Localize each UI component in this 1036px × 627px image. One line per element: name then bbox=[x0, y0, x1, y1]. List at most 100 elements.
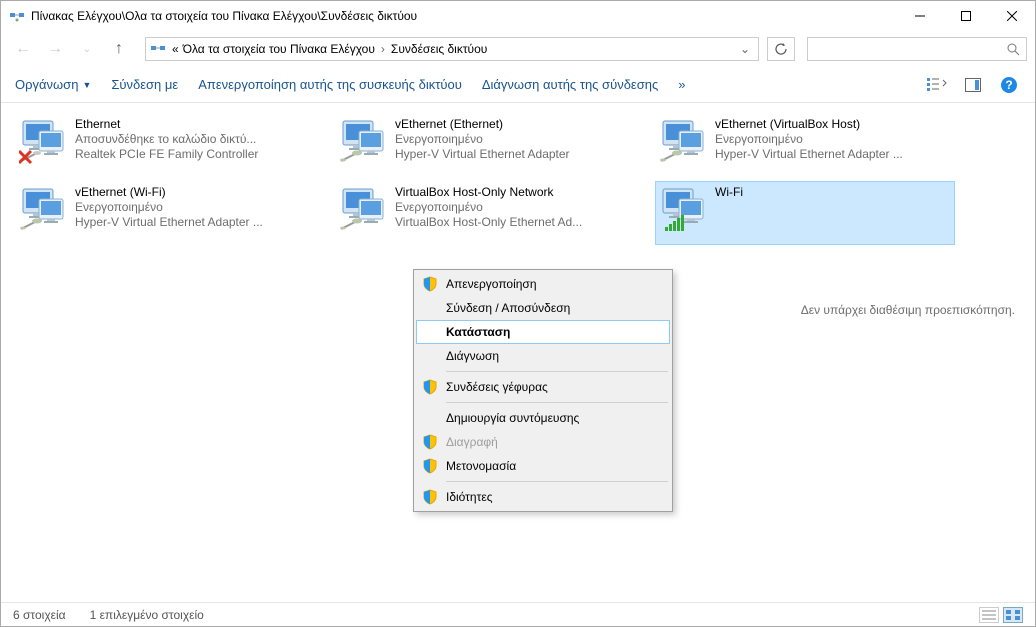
content-area: Ethernet Αποσυνδέθηκε το καλώδιο δικτύ..… bbox=[1, 103, 1035, 602]
connection-name: vEthernet (Wi-Fi) bbox=[75, 185, 311, 199]
status-bar: 6 στοιχεία 1 επιλεγμένο στοιχείο bbox=[1, 602, 1035, 626]
organize-button[interactable]: Οργάνωση ▼ bbox=[15, 77, 91, 92]
location-icon bbox=[150, 41, 166, 57]
connection-name: VirtualBox Host-Only Network bbox=[395, 185, 631, 199]
connection-description: Realtek PCIe FE Family Controller bbox=[75, 147, 311, 161]
connection-status: Ενεργοποιημένο bbox=[715, 132, 951, 146]
connection-name: Wi-Fi bbox=[715, 185, 951, 199]
connection-status: Ενεργοποιημένο bbox=[75, 200, 311, 214]
context-menu-label: Κατάσταση bbox=[446, 325, 660, 339]
breadcrumb[interactable]: « Όλα τα στοιχεία του Πίνακα Ελέγχου › Σ… bbox=[170, 42, 732, 56]
context-menu-label: Συνδέσεις γέφυρας bbox=[446, 380, 660, 394]
minimize-button[interactable] bbox=[897, 1, 943, 31]
context-menu-label: Μετονομασία bbox=[446, 459, 660, 473]
maximize-button[interactable] bbox=[943, 1, 989, 31]
connection-item[interactable]: vEthernet (Wi-Fi) Ενεργοποιημένο Hyper-V… bbox=[15, 181, 315, 245]
shield-icon bbox=[422, 489, 438, 505]
connection-status: Αποσυνδέθηκε το καλώδιο δικτύ... bbox=[75, 132, 311, 146]
context-menu-item[interactable]: Συνδέσεις γέφυρας bbox=[416, 375, 670, 399]
connection-description: VirtualBox Host-Only Ethernet Ad... bbox=[395, 215, 631, 229]
connection-description: Hyper-V Virtual Ethernet Adapter ... bbox=[75, 215, 311, 229]
context-menu-separator bbox=[446, 371, 668, 372]
network-adapter-icon bbox=[339, 185, 387, 233]
connection-item[interactable]: Ethernet Αποσυνδέθηκε το καλώδιο δικτύ..… bbox=[15, 113, 315, 177]
forward-button[interactable]: → bbox=[41, 35, 69, 63]
preview-pane-button[interactable] bbox=[961, 73, 985, 97]
breadcrumb-part-2[interactable]: Συνδέσεις δικτύου bbox=[389, 42, 489, 56]
titlebar: Πίνακας Ελέγχου\Ολα τα στοιχεία του Πίνα… bbox=[1, 1, 1035, 31]
connection-item[interactable]: Wi-Fi bbox=[655, 181, 955, 245]
context-menu-label: Ιδιότητες bbox=[446, 490, 660, 504]
context-menu-label: Σύνδεση / Αποσύνδεση bbox=[446, 301, 660, 315]
search-icon bbox=[1006, 42, 1020, 56]
breadcrumb-sep-icon: › bbox=[377, 42, 389, 56]
connection-text: VirtualBox Host-Only Network Ενεργοποιημ… bbox=[395, 185, 631, 229]
network-adapter-icon bbox=[19, 117, 67, 165]
shield-icon bbox=[422, 379, 438, 395]
context-menu-item[interactable]: Ιδιότητες bbox=[416, 485, 670, 509]
context-menu-label: Δημιουργία συντόμευσης bbox=[446, 411, 660, 425]
connection-status: Ενεργοποιημένο bbox=[395, 200, 631, 214]
breadcrumb-part-1[interactable]: Όλα τα στοιχεία του Πίνακα Ελέγχου bbox=[181, 42, 377, 56]
connection-text: vEthernet (Wi-Fi) Ενεργοποιημένο Hyper-V… bbox=[75, 185, 311, 229]
connection-description: Hyper-V Virtual Ethernet Adapter bbox=[395, 147, 631, 161]
up-button[interactable]: ↑ bbox=[105, 35, 133, 63]
window-title: Πίνακας Ελέγχου\Ολα τα στοιχεία του Πίνα… bbox=[31, 9, 897, 23]
no-preview-label: Δεν υπάρχει διαθέσιμη προεπισκόπηση. bbox=[801, 303, 1015, 317]
connect-with-button[interactable]: Σύνδεση με bbox=[111, 77, 178, 92]
context-menu-item[interactable]: Σύνδεση / Αποσύνδεση bbox=[416, 296, 670, 320]
connection-text: Ethernet Αποσυνδέθηκε το καλώδιο δικτύ..… bbox=[75, 117, 311, 161]
search-input[interactable] bbox=[814, 42, 1006, 56]
blank-icon bbox=[422, 300, 438, 316]
context-menu-label: Διαγραφή bbox=[446, 435, 660, 449]
context-menu-separator bbox=[446, 402, 668, 403]
breadcrumb-prefix: « bbox=[170, 42, 181, 56]
connection-status: Ενεργοποιημένο bbox=[395, 132, 631, 146]
back-button[interactable]: ← bbox=[9, 35, 37, 63]
icons-view-button[interactable] bbox=[1003, 607, 1023, 623]
recent-dropdown[interactable]: ⌄ bbox=[73, 35, 101, 63]
network-adapter-icon bbox=[339, 117, 387, 165]
network-adapter-icon bbox=[19, 185, 67, 233]
connection-item[interactable]: vEthernet (Ethernet) Ενεργοποιημένο Hype… bbox=[335, 113, 635, 177]
app-icon bbox=[9, 8, 25, 24]
blank-icon bbox=[422, 348, 438, 364]
connection-item[interactable]: VirtualBox Host-Only Network Ενεργοποιημ… bbox=[335, 181, 635, 245]
disable-device-button[interactable]: Απενεργοποίηση αυτής της συσκευής δικτύο… bbox=[198, 77, 462, 92]
details-view-button[interactable] bbox=[979, 607, 999, 623]
diagnose-button[interactable]: Διάγνωση αυτής της σύνδεσης bbox=[482, 77, 658, 92]
context-menu-item[interactable]: Δημιουργία συντόμευσης bbox=[416, 406, 670, 430]
context-menu-label: Διάγνωση bbox=[446, 349, 660, 363]
context-menu-item[interactable]: Κατάσταση bbox=[416, 320, 670, 344]
context-menu-label: Απενεργοποίηση bbox=[446, 277, 660, 291]
search-box[interactable] bbox=[807, 37, 1027, 61]
shield-icon bbox=[422, 458, 438, 474]
command-bar: Οργάνωση ▼ Σύνδεση με Απενεργοποίηση αυτ… bbox=[1, 67, 1035, 103]
context-menu-item[interactable]: Διάγνωση bbox=[416, 344, 670, 368]
blank-icon bbox=[422, 410, 438, 426]
overflow-button[interactable]: » bbox=[678, 77, 685, 92]
context-menu-separator bbox=[446, 481, 668, 482]
view-options-button[interactable] bbox=[925, 73, 949, 97]
shield-icon bbox=[422, 434, 438, 450]
address-bar[interactable]: « Όλα τα στοιχεία του Πίνακα Ελέγχου › Σ… bbox=[145, 37, 759, 61]
connection-text: Wi-Fi bbox=[715, 185, 951, 199]
refresh-button[interactable] bbox=[767, 37, 795, 61]
connection-description: Hyper-V Virtual Ethernet Adapter ... bbox=[715, 147, 951, 161]
connection-text: vEthernet (Ethernet) Ενεργοποιημένο Hype… bbox=[395, 117, 631, 161]
address-dropdown-icon[interactable]: ⌄ bbox=[736, 42, 754, 56]
context-menu: Απενεργοποίηση Σύνδεση / Αποσύνδεση Κατάστ… bbox=[413, 269, 673, 512]
network-adapter-icon bbox=[659, 185, 707, 233]
blank-icon bbox=[422, 324, 438, 340]
context-menu-item[interactable]: Μετονομασία bbox=[416, 454, 670, 478]
connection-name: Ethernet bbox=[75, 117, 311, 131]
close-button[interactable] bbox=[989, 1, 1035, 31]
context-menu-item[interactable]: Απενεργοποίηση bbox=[416, 272, 670, 296]
connection-name: vEthernet (Ethernet) bbox=[395, 117, 631, 131]
network-adapter-icon bbox=[659, 117, 707, 165]
help-button[interactable]: ? bbox=[997, 73, 1021, 97]
selected-count-label: 1 επιλεγμένο στοιχείο bbox=[90, 608, 204, 622]
context-menu-item: Διαγραφή bbox=[416, 430, 670, 454]
connection-item[interactable]: vEthernet (VirtualBox Host) Ενεργοποιημέ… bbox=[655, 113, 955, 177]
svg-text:?: ? bbox=[1005, 78, 1012, 92]
